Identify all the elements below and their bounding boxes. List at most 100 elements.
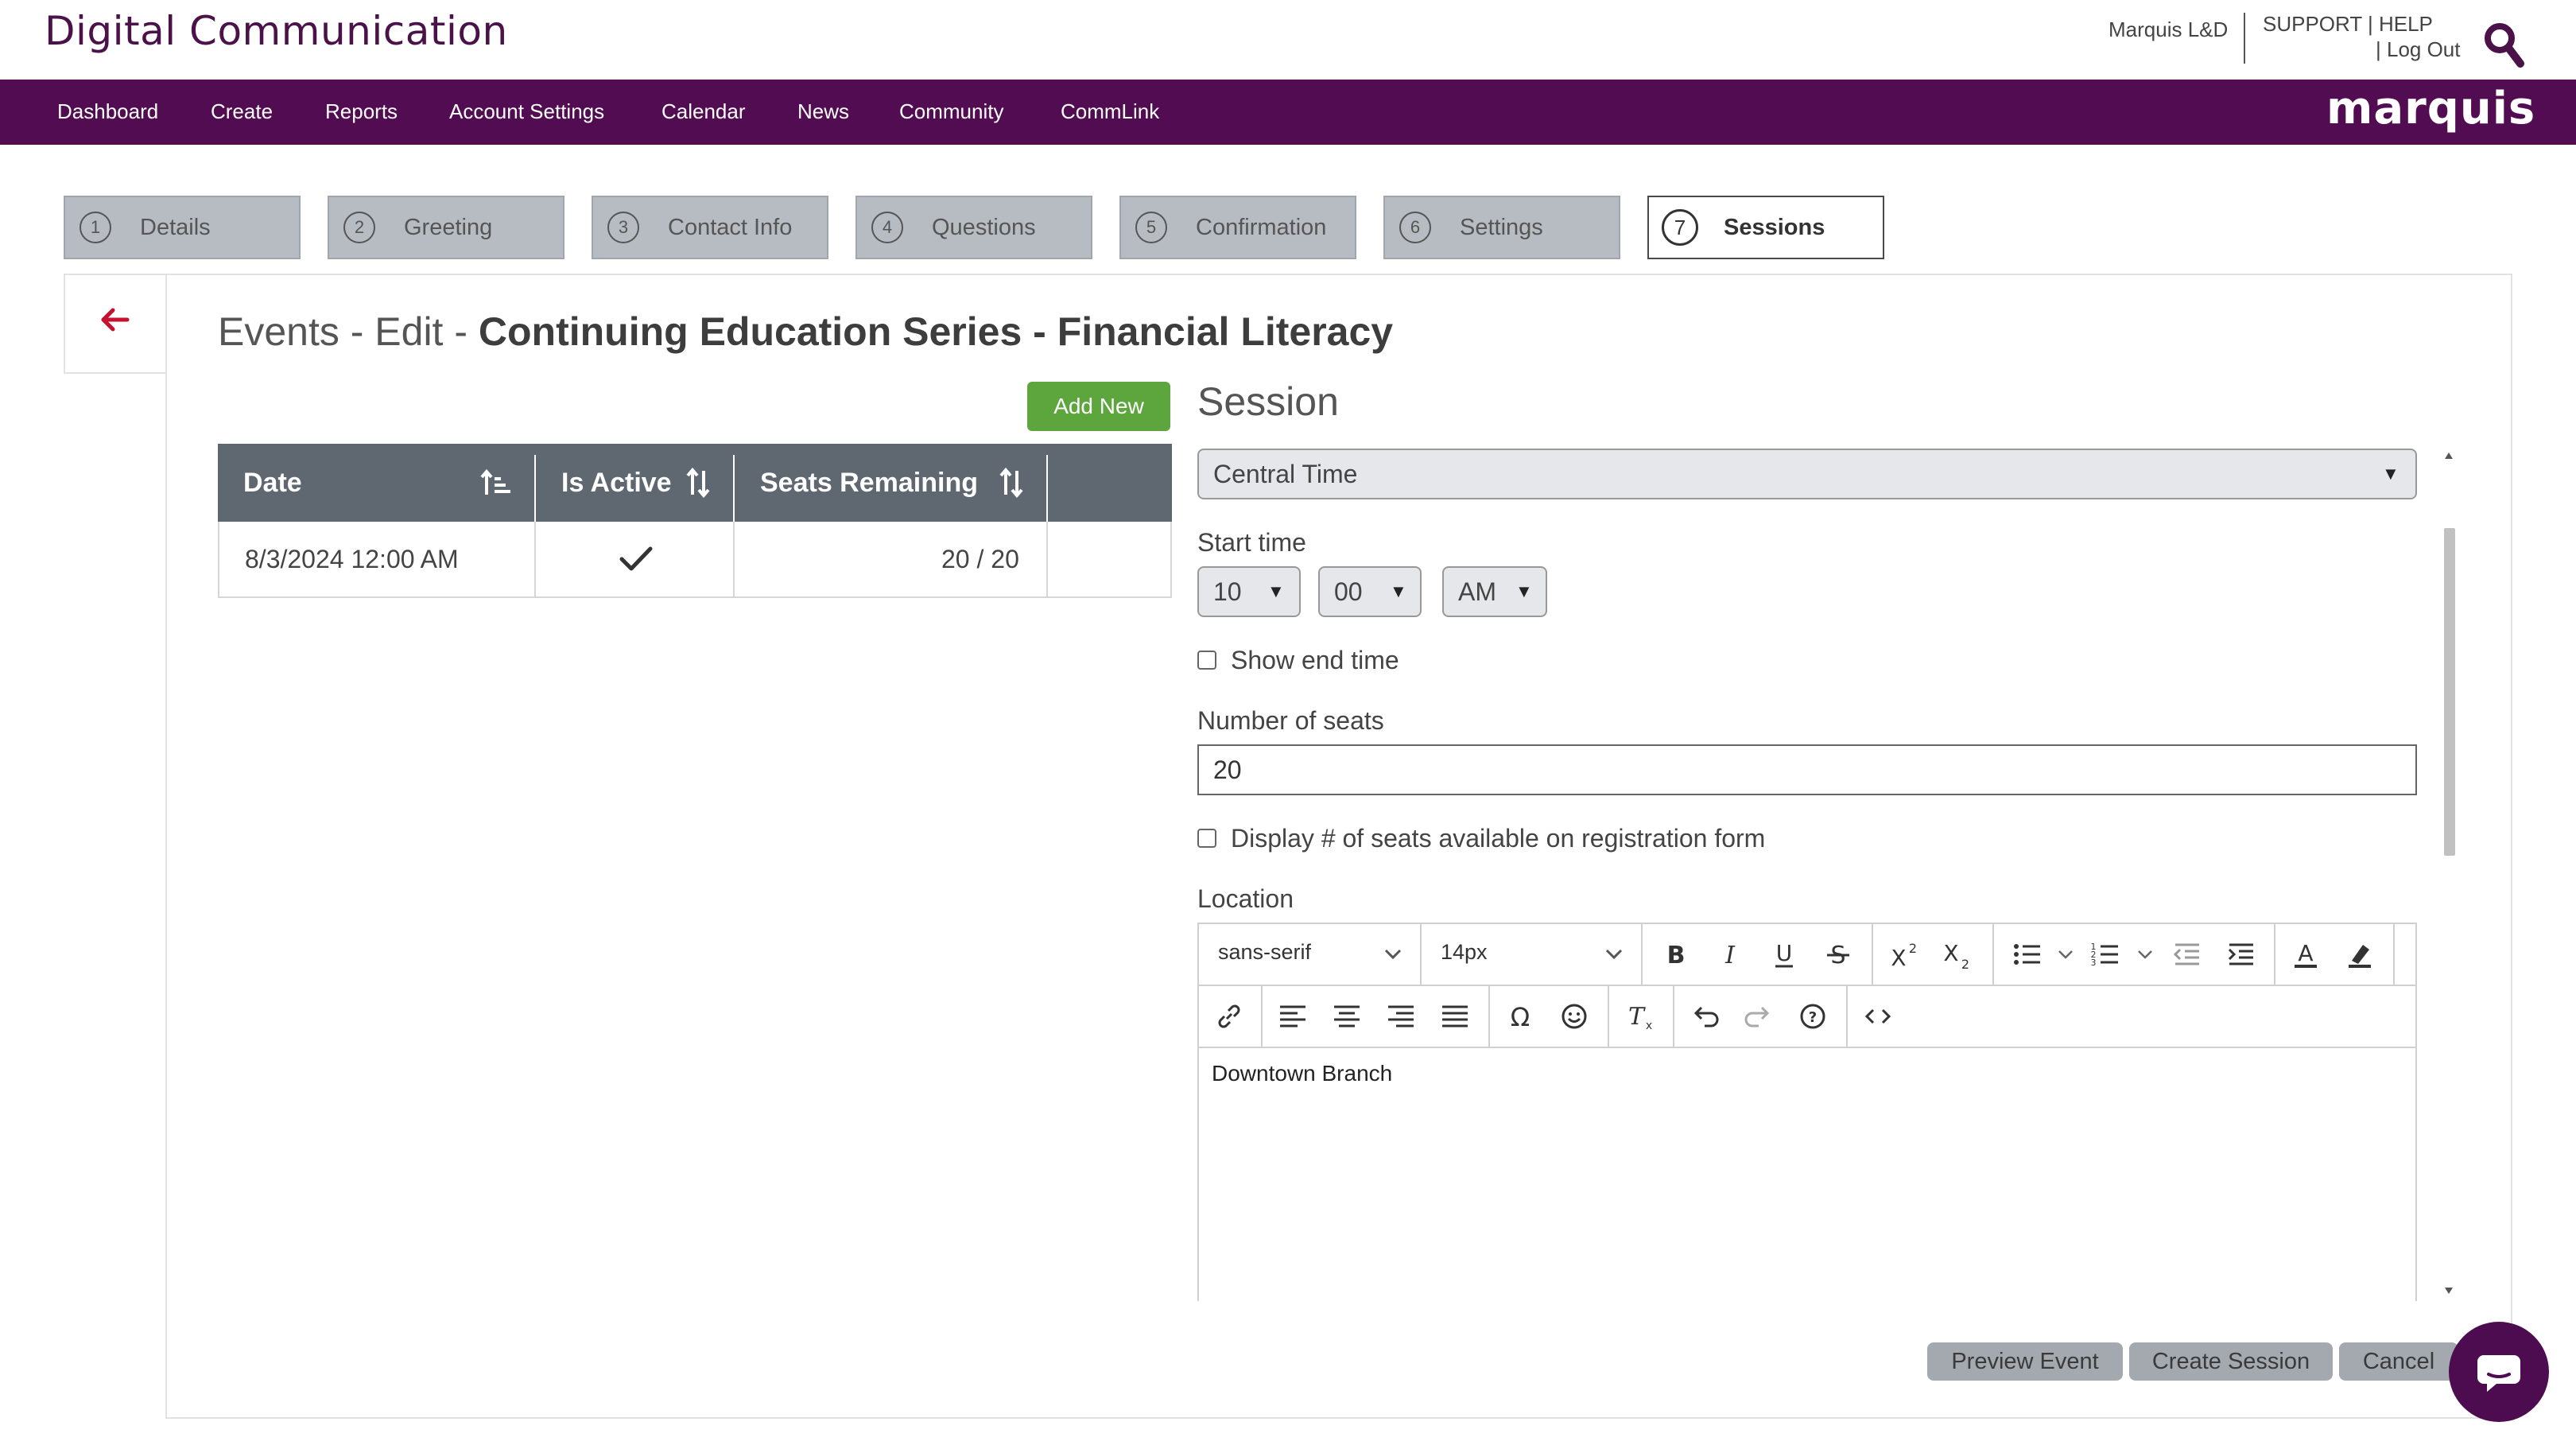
display-seats-label[interactable]: Display # of seats available on registra… [1231,824,1765,853]
source-code-icon[interactable] [1862,1000,1894,1032]
chevron-down-icon[interactable] [1383,948,1402,961]
nav-calendar[interactable]: Calendar [661,80,746,145]
chevron-down-icon: ▼ [1390,581,1407,601]
sort-icon[interactable] [999,468,1024,498]
link-divider: | [2367,12,2379,36]
help-link[interactable]: HELP [2379,12,2433,36]
user-name[interactable]: Marquis L&D [2109,17,2228,42]
location-editor: sans-serif 14px B I U S X 2 X 2 1 2 3 A … [1197,923,2417,1301]
column-divider [733,455,735,522]
outdent-icon[interactable] [2171,938,2202,970]
marquis-logo[interactable]: marquis [2326,83,2535,134]
location-text[interactable]: Downtown Branch [1212,1061,1392,1086]
step-contact-info[interactable]: 3 Contact Info [592,196,828,259]
svg-text:Ω: Ω [1511,1002,1530,1032]
scroll-up-icon[interactable] [2444,452,2454,460]
toolbar-divider [1872,924,1873,985]
subscript-icon[interactable]: X 2 [1940,938,1972,970]
show-end-time-checkbox[interactable] [1197,651,1216,670]
svg-text:3: 3 [2091,958,2097,968]
strikethrough-icon[interactable]: S [1822,938,1854,970]
column-header-seats-remaining[interactable]: Seats Remaining [760,444,978,522]
chat-button[interactable] [2449,1322,2549,1422]
help-icon[interactable]: ? [1797,1000,1829,1032]
create-session-button[interactable]: Create Session [2129,1342,2333,1381]
step-label: Greeting [404,215,493,240]
add-new-button[interactable]: Add New [1027,382,1170,431]
svg-text:2: 2 [1909,941,1917,956]
logout-link[interactable]: Log Out [2387,37,2461,61]
toolbar-divider [1261,986,1263,1047]
cell-divider [1046,522,1048,596]
undo-icon[interactable] [1689,1000,1721,1032]
bold-icon[interactable]: B [1660,938,1692,970]
table-header: Date Is Active Seats Remaining [218,444,1172,522]
nav-dashboard[interactable]: Dashboard [57,80,158,145]
align-center-icon[interactable] [1331,1000,1363,1032]
highlight-icon[interactable] [2344,938,2376,970]
sort-asc-icon[interactable] [480,469,512,498]
number-of-seats-input[interactable]: 20 [1197,744,2417,795]
support-link[interactable]: SUPPORT [2263,12,2362,36]
superscript-icon[interactable]: X 2 [1887,938,1919,970]
emoji-icon[interactable] [1558,1000,1590,1032]
underline-icon[interactable]: U [1768,938,1800,970]
nav-news[interactable]: News [797,80,849,145]
cancel-button[interactable]: Cancel [2339,1342,2458,1381]
chat-bubble-icon [2477,1355,2520,1392]
font-size-dropdown[interactable]: 14px [1441,940,1488,965]
nav-create[interactable]: Create [211,80,273,145]
align-left-icon[interactable] [1277,1000,1309,1032]
sort-icon[interactable] [685,468,711,498]
editor-toolbar-row-1: sans-serif 14px B I U S X 2 X 2 1 2 3 A [1199,924,2415,986]
header-divider [2244,13,2245,64]
svg-text:I: I [1724,942,1736,969]
italic-icon[interactable]: I [1714,938,1746,970]
minute-value: 00 [1334,577,1363,606]
step-details[interactable]: 1 Details [64,196,301,259]
align-justify-icon[interactable] [1439,1000,1471,1032]
app-brand-title[interactable]: Digital Communication [45,8,508,54]
align-right-icon[interactable] [1385,1000,1417,1032]
back-arrow-icon[interactable] [95,304,134,336]
search-icon[interactable] [2482,21,2527,68]
checkmark-icon [619,546,653,571]
link-icon[interactable] [1213,1000,1245,1032]
column-header-date[interactable]: Date [243,444,302,522]
text-color-icon[interactable]: A [2290,938,2322,970]
timezone-value: Central Time [1213,460,1358,488]
clear-formatting-icon[interactable]: T x [1624,1000,1655,1032]
scroll-down-icon[interactable] [2444,1287,2454,1295]
step-questions[interactable]: 4 Questions [855,196,1092,259]
ampm-select[interactable]: AM ▼ [1442,566,1547,617]
nav-community[interactable]: Community [899,80,1003,145]
numbered-list-icon[interactable]: 1 2 3 [2089,938,2121,970]
page-title: Events - Edit - Continuing Education Ser… [218,309,1393,355]
nav-commlink[interactable]: CommLink [1061,80,1159,145]
chevron-down-icon[interactable] [2137,950,2153,961]
step-greeting[interactable]: 2 Greeting [328,196,564,259]
chevron-down-icon[interactable] [1604,948,1624,961]
nav-account-settings[interactable]: Account Settings [449,80,604,145]
step-number: 3 [607,212,639,243]
scrollbar-thumb[interactable] [2444,528,2455,856]
redo-icon[interactable] [1743,1000,1775,1032]
timezone-select[interactable]: Central Time ▼ [1197,449,2417,499]
step-confirmation[interactable]: 5 Confirmation [1119,196,1356,259]
special-character-icon[interactable]: Ω [1504,1000,1536,1032]
column-header-is-active[interactable]: Is Active [561,444,672,522]
minute-select[interactable]: 00 ▼ [1318,566,1422,617]
hour-select[interactable]: 10 ▼ [1197,566,1301,617]
chevron-down-icon[interactable] [2058,950,2074,961]
font-family-dropdown[interactable]: sans-serif [1218,940,1311,965]
indent-icon[interactable] [2225,938,2256,970]
svg-text:X: X [1891,945,1906,970]
display-seats-checkbox[interactable] [1197,829,1216,848]
step-sessions[interactable]: 7 Sessions [1647,196,1884,259]
show-end-time-label[interactable]: Show end time [1231,646,1399,675]
table-row[interactable]: 8/3/2024 12:00 AM 20 / 20 [218,522,1172,598]
nav-reports[interactable]: Reports [325,80,398,145]
step-settings[interactable]: 6 Settings [1383,196,1620,259]
bullet-list-icon[interactable] [2012,938,2043,970]
preview-event-button[interactable]: Preview Event [1927,1342,2123,1381]
